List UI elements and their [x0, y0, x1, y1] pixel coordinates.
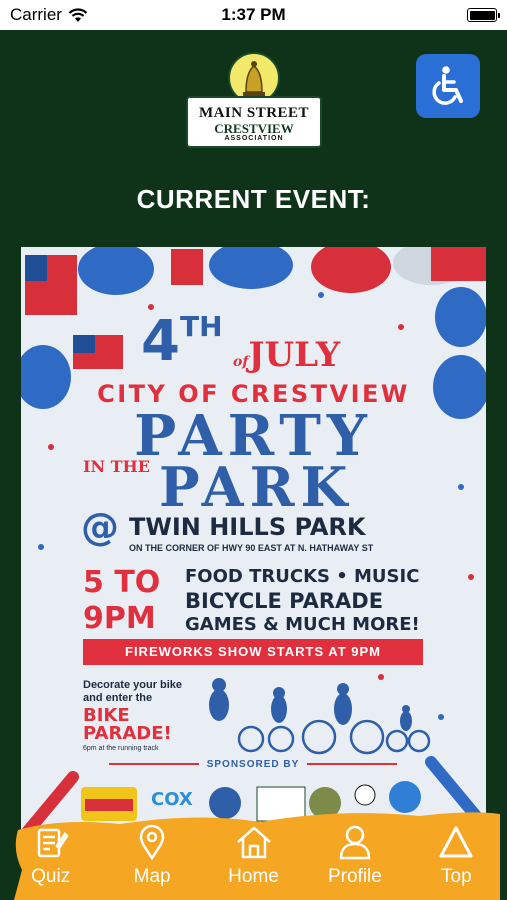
tab-top[interactable]: Top — [406, 822, 507, 892]
status-bar: Carrier 1:37 PM — [0, 0, 507, 30]
tab-profile[interactable]: Profile — [304, 822, 405, 892]
poster-in-the: IN THE — [83, 457, 150, 476]
tab-label-map: Map — [133, 866, 171, 887]
poster-fireworks-banner: FIREWORKS SHOW STARTS AT 9PM — [83, 639, 423, 665]
poster-park: PARK — [159, 455, 354, 519]
logo-line-crestview: CRESTVIEW — [214, 121, 294, 136]
battery-level — [469, 10, 495, 20]
quiz-icon — [31, 822, 71, 862]
tab-label-profile: Profile — [327, 866, 382, 887]
poster-venue: TWIN HILLS PARK — [129, 513, 366, 541]
poster-sup: TH — [179, 310, 223, 343]
tab-list: Quiz Map Home Profile Top — [0, 822, 507, 892]
map-pin-icon — [132, 822, 172, 862]
poster-time-line1: 5 TO — [83, 565, 161, 600]
battery-icon — [467, 8, 500, 22]
poster-decorate-text: Decorate your bike and enter the — [83, 679, 183, 704]
bottom-tab-bar: Quiz Map Home Profile Top — [0, 800, 507, 900]
poster-activity-1: FOOD TRUCKS • MUSIC — [185, 566, 420, 587]
poster-track-note: 6pm at the running track — [83, 745, 159, 752]
poster-activity-3: GAMES & MUCH MORE! — [185, 614, 420, 635]
logo-badge: MAIN STREET CRESTVIEW ASSOCIATION — [186, 96, 322, 148]
poster-bike-parade: BIKE PARADE! — [83, 705, 172, 744]
tab-home[interactable]: Home — [203, 822, 304, 892]
profile-icon — [335, 822, 375, 862]
poster-activity-2: BICYCLE PARADE — [185, 589, 384, 613]
tab-label-home: Home — [228, 866, 279, 887]
tab-map[interactable]: Map — [101, 822, 202, 892]
tab-label-top: Top — [441, 866, 472, 887]
event-poster[interactable]: 4TH ofJULY CITY OF CRESTVIEW PARTY IN TH… — [21, 247, 486, 847]
logo-line-association: ASSOCIATION — [224, 135, 284, 142]
wifi-icon — [68, 7, 88, 22]
top-icon — [436, 822, 476, 862]
poster-sponsored-by: SPONSORED BY — [83, 759, 423, 770]
tab-quiz[interactable]: Quiz — [0, 822, 101, 892]
poster-address: ON THE CORNER OF HWY 90 EAST AT N. HATHA… — [129, 543, 374, 553]
tab-label-quiz: Quiz — [31, 866, 71, 887]
main-street-logo: MAIN STREET CRESTVIEW ASSOCIATION — [186, 52, 322, 148]
poster-july: ofJULY — [233, 335, 403, 375]
status-left: Carrier — [10, 5, 88, 25]
poster-of: of — [233, 354, 249, 370]
poster-july-text: JULY — [248, 335, 341, 375]
poster-at-symbol: @ — [81, 505, 119, 549]
home-icon — [234, 822, 274, 862]
accessibility-button[interactable] — [416, 54, 480, 118]
poster-sponsored-text: SPONSORED BY — [206, 759, 300, 770]
poster-activities: FOOD TRUCKS • MUSIC BICYCLE PARADE GAMES… — [185, 565, 435, 637]
current-event-title: CURRENT EVENT: — [136, 184, 371, 214]
poster-time-line2: 9PM — [83, 601, 156, 636]
wheelchair-icon — [432, 66, 463, 105]
poster-num: 4 — [141, 309, 180, 374]
carrier-label: Carrier — [10, 5, 62, 24]
logo-line-main-street: MAIN STREET — [198, 105, 310, 121]
poster-time: 5 TO 9PM — [83, 565, 179, 637]
